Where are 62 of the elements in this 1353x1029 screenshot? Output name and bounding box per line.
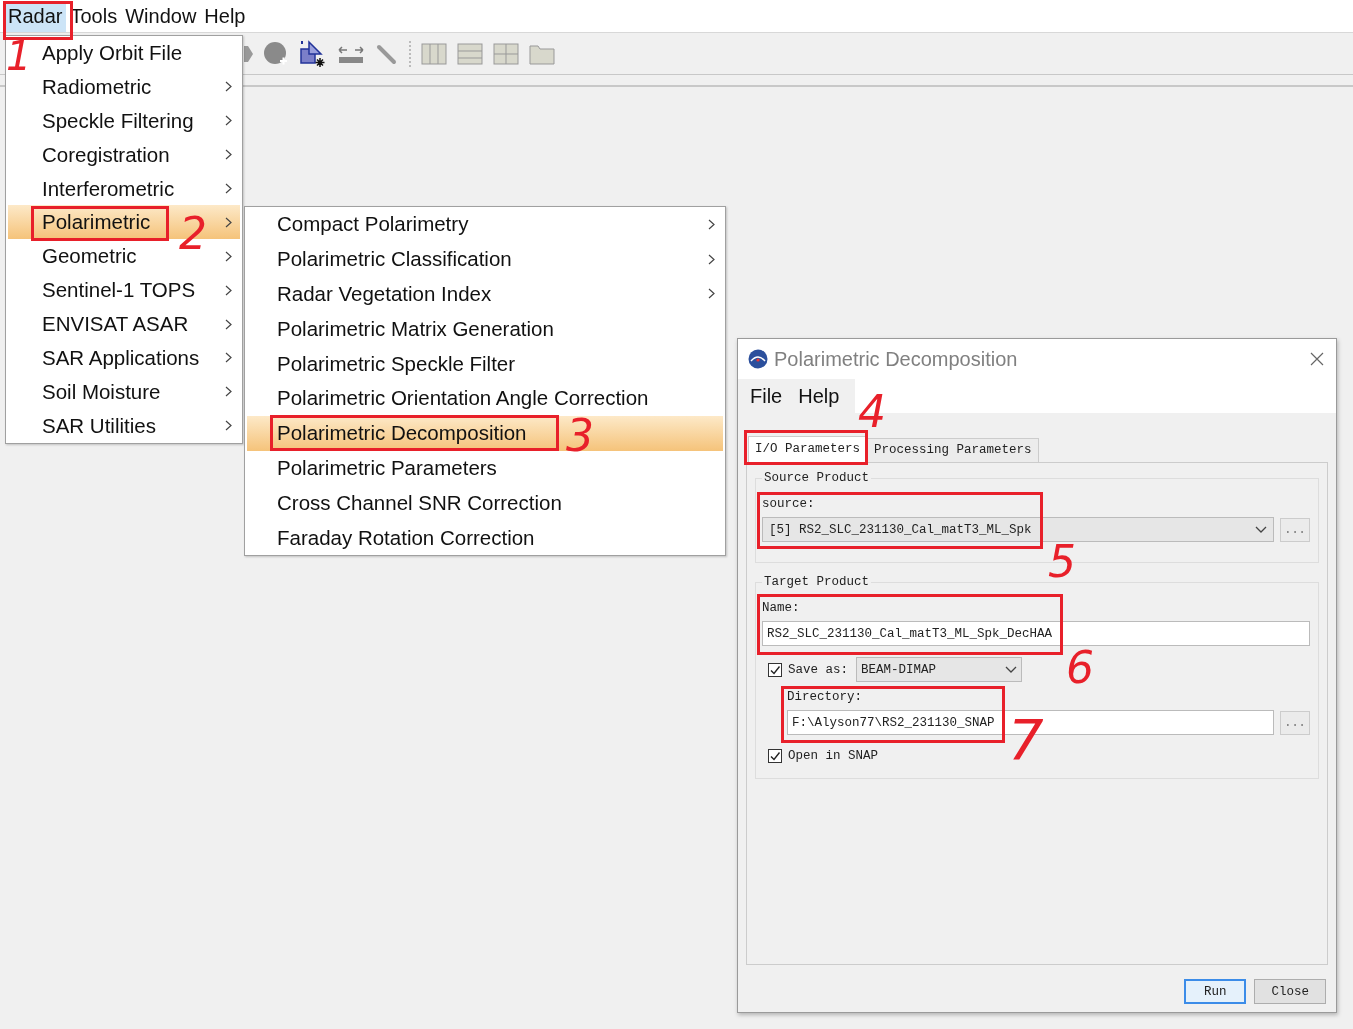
format-dropdown[interactable]: BEAM-DIMAP (856, 657, 1022, 682)
step-number: 4 (858, 390, 886, 434)
step-number: 5 (1048, 540, 1076, 584)
menu-item[interactable]: SAR Utilities (42, 413, 156, 438)
dialog-button[interactable]: Run (1183, 979, 1247, 1004)
menu-title[interactable]: Tools (66, 0, 122, 32)
tab[interactable]: Processing Parameters (867, 438, 1039, 462)
menu-item[interactable]: Polarimetric Parameters (277, 455, 497, 480)
menu-title[interactable]: Help (200, 0, 250, 32)
highlight-box (3, 1, 73, 40)
close-icon[interactable] (1310, 352, 1324, 366)
dialog-button[interactable]: Close (1254, 979, 1326, 1004)
rows-layout-icon[interactable] (457, 42, 483, 65)
app-logo-icon (748, 349, 768, 369)
checkbox-label: Open in SNAP (788, 749, 878, 763)
source-dropdown[interactable]: [5] RS2_SLC_231130_Cal_matT3_ML_Spk (762, 517, 1274, 542)
menu-item[interactable]: Coregistration (42, 142, 170, 167)
field-label: Name: (762, 601, 800, 615)
menu-item[interactable]: Interferometric (42, 176, 175, 201)
menu-item[interactable]: Apply Orbit File (42, 40, 183, 65)
menu-item[interactable]: Polarimetric (42, 210, 151, 235)
menu-item[interactable]: Polarimetric Decomposition (277, 421, 527, 446)
browse-button[interactable]: ... (1280, 517, 1310, 542)
menu-item[interactable]: Faraday Rotation Correction (277, 525, 535, 550)
chevron-down-icon (1255, 525, 1267, 534)
menu-item[interactable]: Radiometric (42, 74, 152, 99)
menu-item[interactable]: Radar Vegetation Index (277, 282, 492, 306)
field-label: Directory: (787, 690, 862, 704)
menu-item[interactable]: Geometric (42, 244, 137, 269)
columns-layout-icon[interactable] (421, 42, 447, 65)
step-number: 3 (566, 414, 594, 458)
group-title: Source Product (763, 471, 871, 485)
menu-item[interactable]: Sentinel-1 TOPS (42, 278, 196, 303)
field-label: source: (762, 497, 815, 511)
menu-item[interactable]: Polarimetric Classification (277, 247, 512, 272)
folder-icon[interactable] (529, 42, 555, 65)
chevron-down-icon (1005, 665, 1017, 674)
checkbox[interactable] (768, 749, 782, 763)
window-title: Polarimetric Decomposition (774, 347, 1019, 371)
tab[interactable]: I/O Parameters (748, 436, 868, 462)
step-number: 6 (1066, 646, 1094, 690)
menu-title[interactable]: File (742, 384, 791, 408)
menu-item[interactable]: Polarimetric Speckle Filter (277, 351, 516, 376)
add-circle-icon[interactable] (263, 40, 289, 67)
menu-item[interactable]: SAR Applications (42, 345, 200, 370)
layers-icon[interactable] (299, 39, 327, 68)
menu-item[interactable]: Speckle Filtering (42, 108, 194, 133)
grid-layout-icon[interactable] (493, 42, 519, 65)
menu-item[interactable]: ENVISAT ASAR (42, 312, 189, 337)
menu-title[interactable]: Window (121, 0, 201, 32)
browse-button[interactable]: ... (1280, 710, 1310, 735)
name-field[interactable]: RS2_SLC_231130_Cal_matT3_ML_Spk_DecHAA (762, 621, 1310, 646)
menu-item[interactable]: Soil Moisture (42, 379, 161, 404)
menu-item[interactable]: Cross Channel SNR Correction (277, 490, 562, 515)
step-number: 1 (6, 36, 32, 76)
menu-item[interactable]: Polarimetric Matrix Generation (277, 316, 554, 341)
checkbox-label: Save as: (788, 662, 848, 677)
menu-item[interactable]: Polarimetric Orientation Angle Correction (277, 386, 649, 411)
menu-item[interactable]: Compact Polarimetry (277, 212, 469, 237)
menu-title[interactable]: Help (790, 384, 848, 408)
checkbox[interactable] (768, 662, 782, 677)
group-title: Target Product (763, 575, 871, 589)
